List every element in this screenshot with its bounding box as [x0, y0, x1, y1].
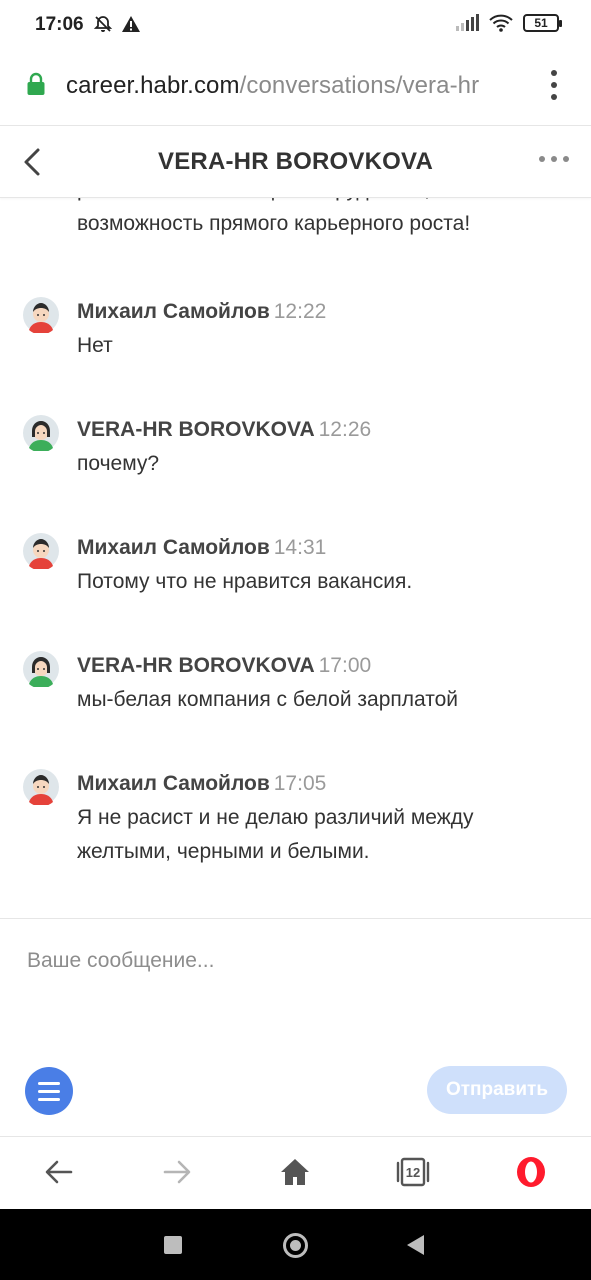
- arrow-right-icon: [163, 1160, 191, 1184]
- avatar[interactable]: [23, 415, 59, 453]
- composer-menu-button[interactable]: [25, 1067, 73, 1115]
- message-text: Нет: [77, 334, 113, 357]
- avatar[interactable]: [23, 533, 59, 571]
- opera-icon: [517, 1157, 545, 1187]
- mute-alarm-icon: [93, 16, 113, 32]
- battery-icon: 51: [523, 14, 562, 32]
- android-nav-bar: [0, 1209, 591, 1280]
- message-time: 12:22: [273, 300, 327, 323]
- message-list[interactable]: развития и аттестации сотрудников, возмо…: [0, 198, 591, 918]
- avatar[interactable]: [23, 651, 59, 689]
- message-text: мы-белая компания с белой зарплатой: [77, 688, 459, 711]
- home-icon: [281, 1159, 309, 1185]
- female-avatar-icon: [23, 651, 59, 689]
- wifi-icon: [489, 14, 513, 32]
- nav-opera-menu-button[interactable]: [514, 1155, 548, 1189]
- message-author[interactable]: Михаил Самойлов: [77, 772, 270, 795]
- url-path: /conversations/vera-hr: [239, 72, 480, 99]
- avatar[interactable]: [23, 769, 59, 807]
- address-bar[interactable]: career.habr.com/conversations/vera-hr: [0, 52, 591, 126]
- message-text: почему?: [77, 452, 160, 475]
- nav-tabs-button[interactable]: 12: [396, 1155, 430, 1189]
- message-text: Я не расист и не делаю различий между же…: [77, 806, 474, 863]
- message-composer: Ваше сообщение... Отправить: [0, 918, 591, 1136]
- browser-menu-icon[interactable]: [549, 70, 559, 100]
- arrow-left-icon: [45, 1160, 73, 1184]
- url-text[interactable]: career.habr.com/conversations/vera-hr: [66, 72, 479, 100]
- male-avatar-icon: [23, 533, 59, 571]
- battery-level: 51: [534, 16, 548, 30]
- message-time: 17:00: [318, 654, 372, 677]
- message-time: 14:31: [273, 536, 327, 559]
- message-author[interactable]: VERA-HR BOROVKOVA: [77, 654, 315, 677]
- system-back-icon[interactable]: [407, 1235, 424, 1255]
- female-avatar-icon: [23, 415, 59, 453]
- message-author[interactable]: Михаил Самойлов: [77, 300, 270, 323]
- conversation-header: VERA-HR BOROVKOVA: [0, 126, 591, 198]
- avatar[interactable]: [23, 297, 59, 335]
- more-options-icon[interactable]: [539, 156, 569, 166]
- browser-bottom-nav: 12: [0, 1136, 591, 1209]
- tabs-count: 12: [405, 1164, 421, 1180]
- url-host: career.habr.com: [66, 72, 240, 99]
- warning-icon: [122, 16, 140, 32]
- nav-forward-button[interactable]: [160, 1155, 194, 1189]
- signal-icon: [456, 14, 479, 31]
- message-time: 12:26: [318, 418, 372, 441]
- message-text: Потому что не нравится вакансия.: [77, 570, 413, 593]
- lock-icon: [27, 72, 45, 95]
- nav-back-button[interactable]: [42, 1155, 76, 1189]
- nav-home-button[interactable]: [278, 1155, 312, 1189]
- message-author[interactable]: VERA-HR BOROVKOVA: [77, 418, 315, 441]
- message-author[interactable]: Михаил Самойлов: [77, 536, 270, 559]
- status-bar: 17:06 51: [0, 0, 591, 52]
- home-circle-icon[interactable]: [283, 1233, 308, 1258]
- status-time: 17:06: [35, 14, 84, 35]
- send-button[interactable]: Отправить: [427, 1066, 567, 1114]
- message-input[interactable]: Ваше сообщение...: [27, 949, 214, 973]
- message-text-partial: развития и аттестации сотрудников, возмо…: [77, 198, 471, 235]
- conversation-title: VERA-HR BOROVKOVA: [158, 148, 433, 175]
- male-avatar-icon: [23, 769, 59, 807]
- message-time: 17:05: [273, 772, 327, 795]
- recents-icon[interactable]: [164, 1236, 182, 1254]
- male-avatar-icon: [23, 297, 59, 335]
- menu-icon: [38, 1081, 60, 1085]
